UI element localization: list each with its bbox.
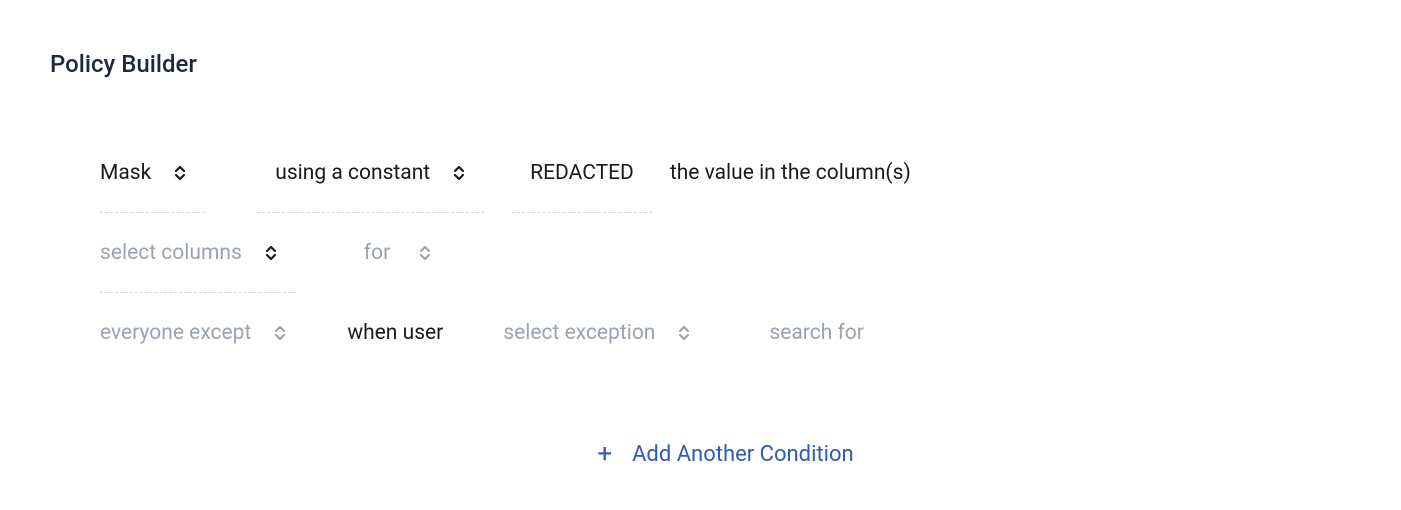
plus-icon: + [597,441,612,467]
policy-row-2: select columns for [100,213,1351,293]
trailing-text: the value in the column(s) [652,133,929,213]
columns-select-label: select columns [100,241,242,265]
when-user-text: when user [329,293,461,373]
updown-icon [418,242,432,264]
search-for-input[interactable]: search for [751,293,881,373]
action-select-label: Mask [100,161,151,185]
updown-icon [677,322,691,344]
updown-icon [273,322,287,344]
scope-select-label: everyone except [100,321,251,345]
page-title: Policy Builder [50,50,1351,78]
policy-row-3: everyone except when user select excepti… [100,293,1351,373]
exception-select[interactable]: select exception [485,293,709,373]
method-select[interactable]: using a constant [257,133,484,213]
action-select[interactable]: Mask [100,133,205,213]
add-condition-label: Add Another Condition [632,442,854,467]
for-select[interactable]: for [346,213,450,293]
search-for-placeholder: search for [769,321,863,345]
updown-icon [173,162,187,184]
method-select-label: using a constant [275,161,430,185]
scope-select[interactable]: everyone except [100,293,305,373]
updown-icon [264,242,278,264]
for-select-label: for [364,241,390,265]
updown-icon [452,162,466,184]
constant-input-value: REDACTED [530,161,634,185]
columns-select[interactable]: select columns [100,213,296,293]
exception-select-label: select exception [503,321,655,345]
policy-row-1: Mask using a constant REDACTED the value… [100,133,1351,213]
policy-builder: Mask using a constant REDACTED the value… [50,133,1351,467]
constant-input[interactable]: REDACTED [512,133,652,213]
add-condition-button[interactable]: + Add Another Condition [100,441,1351,467]
